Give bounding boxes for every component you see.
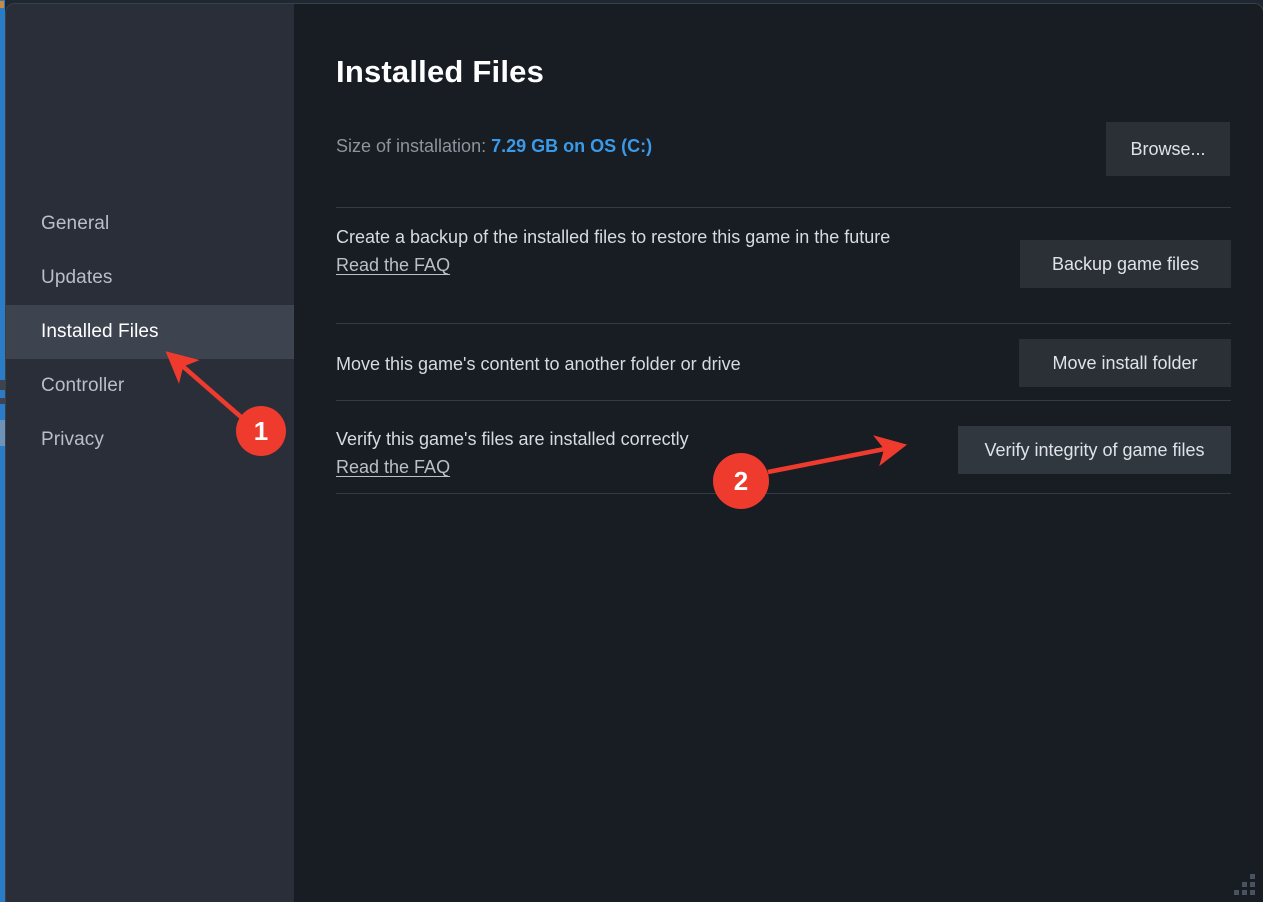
grip-dot bbox=[1242, 890, 1247, 895]
page-title: Installed Files bbox=[336, 54, 545, 89]
resize-grip-icon[interactable] bbox=[1233, 874, 1255, 896]
grip-dot bbox=[1250, 882, 1255, 887]
sidebar-item-label: Privacy bbox=[41, 429, 104, 450]
move-row-description: Move this game's content to another fold… bbox=[336, 354, 741, 374]
sidebar-item-general[interactable]: General bbox=[6, 197, 294, 251]
sidebar-item-installed-files[interactable]: Installed Files bbox=[6, 305, 294, 359]
size-of-installation-label: Size of installation: bbox=[336, 136, 487, 156]
verify-integrity-of-game-files-button[interactable]: Verify integrity of game files bbox=[958, 426, 1231, 474]
sidebar-item-label: Installed Files bbox=[41, 321, 159, 342]
size-of-installation-value[interactable]: 7.29 GB on OS (C:) bbox=[491, 136, 652, 156]
backup-read-the-faq-link[interactable]: Read the FAQ bbox=[336, 252, 450, 278]
move-row-text: Move this game's content to another fold… bbox=[336, 351, 976, 377]
background-accent-chip bbox=[0, 1, 4, 8]
sidebar-item-label: Updates bbox=[41, 267, 113, 288]
grip-dot bbox=[1234, 890, 1239, 895]
sidebar-item-updates[interactable]: Updates bbox=[6, 251, 294, 305]
sidebar-item-label: Controller bbox=[41, 375, 125, 396]
verify-row-text: Verify this game's files are installed c… bbox=[336, 426, 976, 480]
divider bbox=[336, 323, 1231, 324]
sidebar: General Updates Installed Files Controll… bbox=[6, 4, 294, 902]
grip-dot bbox=[1250, 874, 1255, 879]
game-properties-window: General Updates Installed Files Controll… bbox=[6, 4, 1263, 902]
browse-button[interactable]: Browse... bbox=[1106, 122, 1230, 176]
divider bbox=[336, 493, 1231, 494]
main-content: Installed Files Size of installation: 7.… bbox=[294, 4, 1263, 902]
sidebar-item-privacy[interactable]: Privacy bbox=[6, 413, 294, 467]
verify-row-description: Verify this game's files are installed c… bbox=[336, 429, 689, 449]
backup-game-files-button[interactable]: Backup game files bbox=[1020, 240, 1231, 288]
background-left-accent-bar bbox=[0, 0, 5, 902]
background-accent-chip bbox=[0, 420, 5, 446]
sidebar-item-label: General bbox=[41, 213, 110, 234]
sidebar-item-controller[interactable]: Controller bbox=[6, 359, 294, 413]
grip-dot bbox=[1242, 882, 1247, 887]
divider bbox=[336, 207, 1231, 208]
move-install-folder-button[interactable]: Move install folder bbox=[1019, 339, 1231, 387]
divider bbox=[336, 400, 1231, 401]
backup-row-text: Create a backup of the installed files t… bbox=[336, 224, 976, 278]
backup-row-description: Create a backup of the installed files t… bbox=[336, 227, 891, 247]
verify-read-the-faq-link[interactable]: Read the FAQ bbox=[336, 454, 450, 480]
size-of-installation-row: Size of installation: 7.29 GB on OS (C:) bbox=[336, 136, 652, 157]
grip-dot bbox=[1250, 890, 1255, 895]
